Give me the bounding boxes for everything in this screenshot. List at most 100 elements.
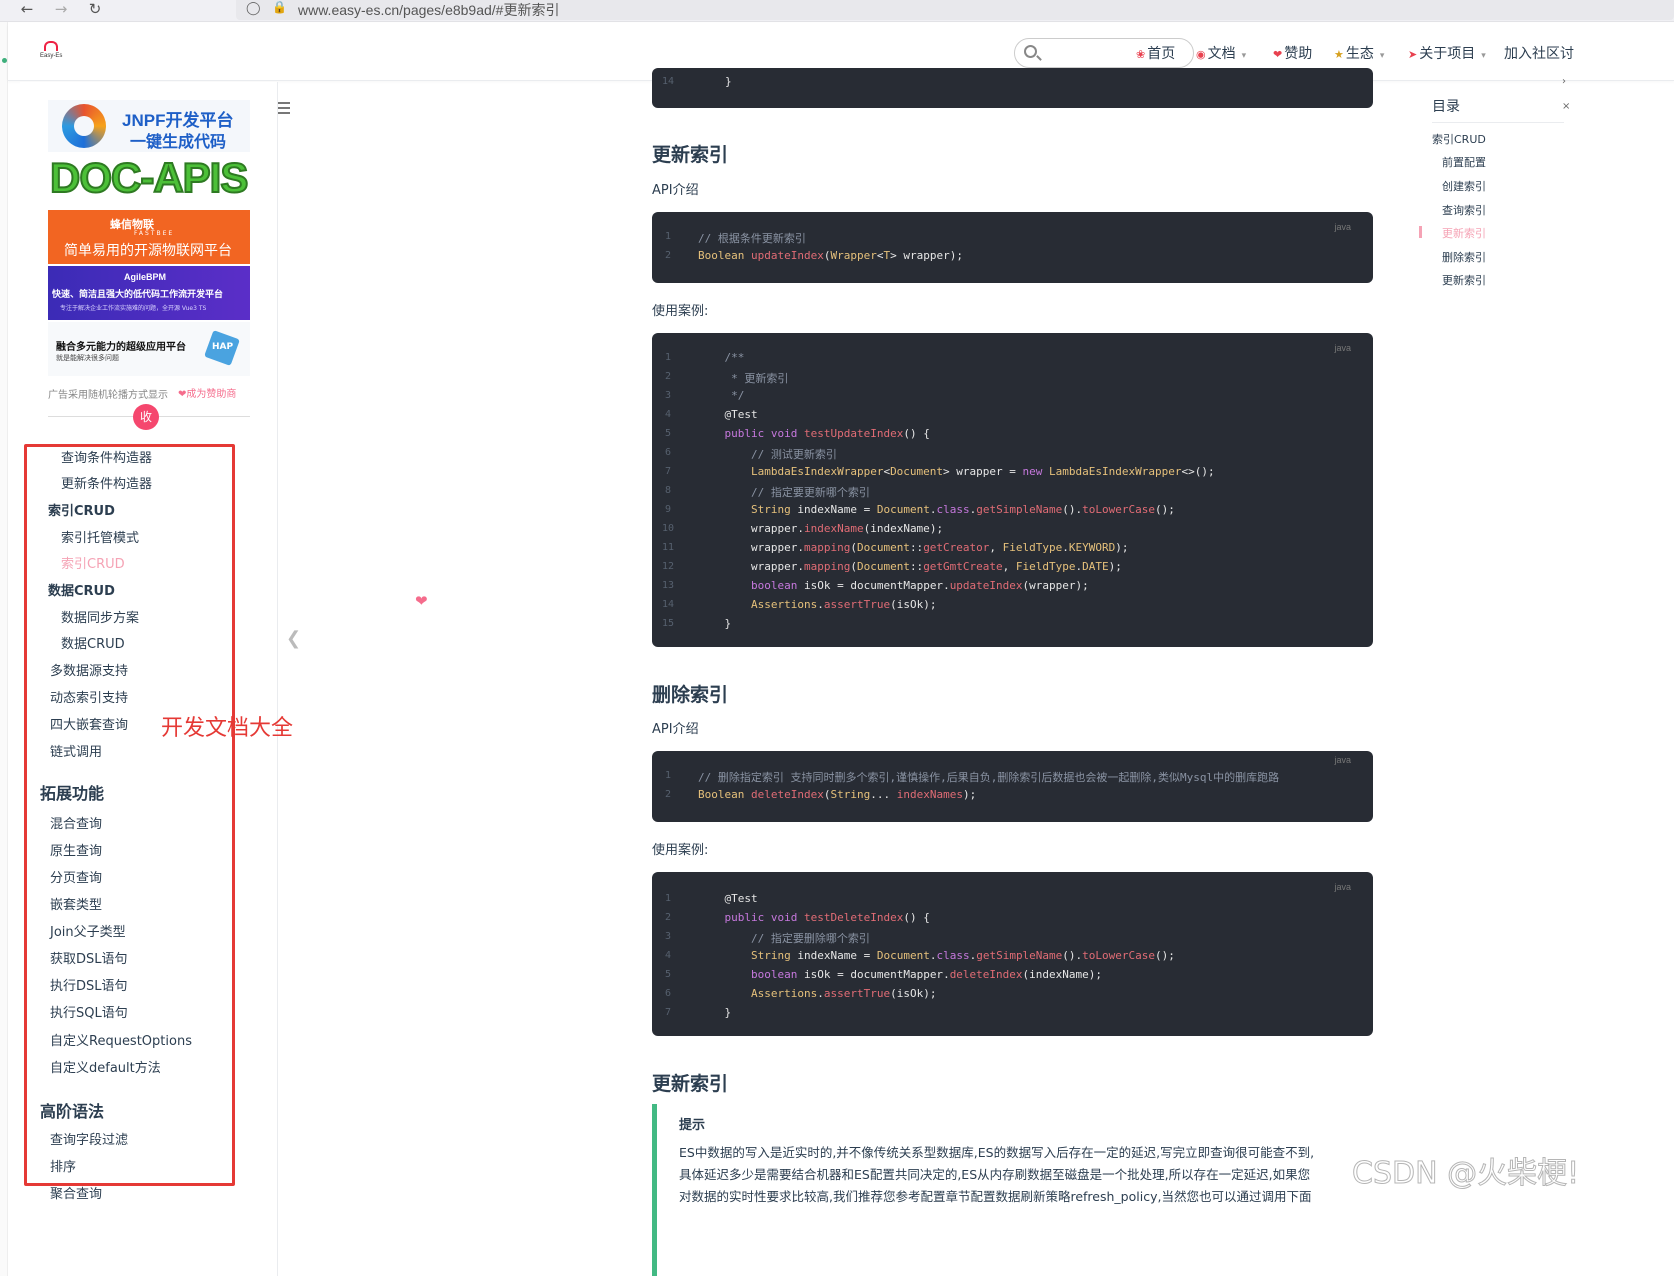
code-line: // 删除指定索引 支持同时删多个索引,谨慎操作,后果自负,删除索引后数据也会被… bbox=[698, 771, 1280, 784]
sidebar-item[interactable]: 执行DSL语句 bbox=[50, 975, 128, 994]
forward-arrow-icon[interactable]: → bbox=[48, 0, 74, 22]
code-line: Boolean updateIndex(Wrapper<T> wrapper); bbox=[698, 249, 963, 262]
line-number: 2 bbox=[664, 912, 672, 923]
section-title-update-index-2: 更新索引 bbox=[652, 1073, 729, 1095]
line-number: 1 bbox=[664, 893, 672, 904]
toc-item[interactable]: 索引CRUD bbox=[1432, 131, 1486, 147]
nav-about[interactable]: ➤ 关于项目 ▾ bbox=[1408, 43, 1486, 63]
sidebar-item[interactable]: 聚合查询 bbox=[50, 1183, 102, 1202]
browser-edge bbox=[0, 22, 8, 1276]
heart-icon: ❤ bbox=[1273, 49, 1283, 61]
sidebar-item[interactable]: 索引托管模式 bbox=[61, 527, 139, 546]
toc-item[interactable]: 创建索引 bbox=[1442, 178, 1486, 194]
sidebar-item[interactable]: 链式调用 bbox=[50, 741, 102, 760]
become-sponsor-link[interactable]: ❤成为赞助商 bbox=[178, 385, 236, 400]
become-sponsor-label: 成为赞助商 bbox=[186, 389, 237, 400]
sidebar-item[interactable]: 数据CRUD bbox=[61, 633, 125, 652]
section-title-delete-index: 删除索引 bbox=[652, 684, 729, 706]
line-number: 1 bbox=[664, 352, 672, 363]
sidebar-item[interactable]: 执行SQL语句 bbox=[50, 1002, 128, 1021]
logo-mark-icon bbox=[44, 41, 58, 51]
browser-toolbar: ← → ↻ ◯ 🔒 www.easy-es.cn/pages/e8b9ad/#更… bbox=[0, 0, 1674, 22]
menu-toggle-icon[interactable] bbox=[278, 102, 292, 114]
code-block-update-usage: java 1 /** 2 * 更新索引 3 */ 4 @Test 5 public vo… bbox=[652, 333, 1373, 647]
toc-item[interactable]: 查询索引 bbox=[1442, 202, 1486, 218]
code-line: } bbox=[725, 75, 732, 88]
sidebar-item[interactable]: 多数据源支持 bbox=[50, 660, 128, 679]
heart-icon[interactable]: ❤ bbox=[415, 592, 428, 610]
ad-hap-badge: HAP bbox=[212, 342, 234, 352]
nav-docs[interactable]: ◉ 文档 ▾ bbox=[1196, 43, 1246, 63]
sidebar-item[interactable]: 自定义RequestOptions bbox=[50, 1030, 192, 1049]
line-number: 3 bbox=[664, 390, 672, 401]
sidebar-item[interactable]: 数据同步方案 bbox=[61, 607, 139, 626]
sidebar-item[interactable]: 更新条件构造器 bbox=[61, 473, 152, 492]
ad-jnpf[interactable]: JNPF开发平台 一键生成代码 bbox=[48, 100, 250, 152]
nav-community[interactable]: 加入社区讨 bbox=[1504, 43, 1574, 63]
reload-icon[interactable]: ↻ bbox=[82, 0, 108, 22]
toc-item[interactable]: 更新索引 bbox=[1442, 272, 1486, 288]
code-line: wrapper.indexName(indexName); bbox=[750, 522, 944, 535]
sidebar-item[interactable]: 查询字段过滤 bbox=[50, 1129, 128, 1148]
sidebar-group-title: 拓展功能 bbox=[40, 784, 105, 803]
sidebar-item[interactable]: 分页查询 bbox=[50, 867, 102, 886]
line-number: 3 bbox=[664, 931, 672, 942]
toc-item[interactable]: 前置配置 bbox=[1442, 154, 1486, 170]
site-logo[interactable]: Easy-Es bbox=[40, 41, 80, 63]
sidebar-item[interactable]: 索引CRUD bbox=[61, 553, 125, 572]
sidebar-item[interactable]: 混合查询 bbox=[50, 813, 102, 832]
sidebar-item[interactable]: 索引CRUD bbox=[48, 500, 115, 519]
sidebar-item[interactable]: 自定义default方法 bbox=[50, 1057, 161, 1076]
chevron-left-icon[interactable]: ❮ bbox=[286, 628, 301, 649]
ad-agilebpm[interactable]: AgileBPM 快速、简洁且强大的低代码工作流开发平台 专注于解决企业工作流实… bbox=[48, 266, 250, 320]
url-text[interactable]: www.easy-es.cn/pages/e8b9ad/#更新索引 bbox=[298, 0, 559, 20]
toc-item[interactable]: 删除索引 bbox=[1442, 249, 1486, 265]
eco-icon: ★ bbox=[1334, 49, 1344, 61]
nav-ecosystem-label: 生态 bbox=[1345, 45, 1374, 61]
sidebar-item[interactable]: Join父子类型 bbox=[50, 921, 126, 940]
code-lang-badge: java bbox=[1334, 343, 1351, 353]
nav-ecosystem[interactable]: ★ 生态 ▾ bbox=[1334, 43, 1384, 63]
jnpf-logo-icon bbox=[62, 104, 106, 148]
code-block-update-api: java 1 // 根据条件更新索引 2 Boolean updateIndex(Wr… bbox=[652, 212, 1373, 283]
tip-line: 具体延迟多少是需要结合机器和ES配置共同决定的,ES从内存刷数据至磁盘是一个批处… bbox=[679, 1167, 1311, 1182]
close-icon[interactable]: × bbox=[1562, 101, 1574, 112]
sidebar-item[interactable]: 查询条件构造器 bbox=[61, 447, 152, 466]
chevron-down-icon: ▾ bbox=[1241, 50, 1247, 60]
back-arrow-icon[interactable]: ← bbox=[14, 0, 40, 22]
line-number: 6 bbox=[664, 988, 672, 999]
sidebar-item[interactable]: 获取DSL语句 bbox=[50, 948, 128, 967]
collapse-ads-button[interactable]: 收 bbox=[133, 404, 159, 430]
sidebar-item[interactable]: 嵌套类型 bbox=[50, 894, 102, 913]
code-line: boolean isOk = documentMapper.updateInde… bbox=[750, 579, 1089, 592]
code-line: String indexName = Document.class.getSim… bbox=[750, 949, 1175, 962]
code-line: Assertions.assertTrue(isOk); bbox=[750, 987, 937, 1000]
line-number: 2 bbox=[664, 789, 672, 800]
sidebar-item[interactable]: 动态索引支持 bbox=[50, 687, 128, 706]
line-number: 15 bbox=[661, 618, 675, 629]
toc-item[interactable]: 更新索引 bbox=[1442, 225, 1486, 241]
ad-docapis[interactable]: DOC-APIS bbox=[48, 154, 250, 208]
nav-sponsor[interactable]: ❤ 赞助 bbox=[1273, 43, 1312, 63]
toc-title: 目录 bbox=[1432, 99, 1460, 115]
chevron-right-icon[interactable]: › bbox=[1562, 76, 1574, 87]
line-number: 6 bbox=[664, 447, 672, 458]
nav-sponsor-label: 赞助 bbox=[1284, 45, 1313, 61]
ad-agile-desc: 专注于解决企业工作流实施难的问题，全开源 Vue3 TS bbox=[60, 305, 207, 312]
section-title-update-index: 更新索引 bbox=[652, 144, 729, 166]
ad-hap[interactable]: 融合多元能力的超级应用平台 就是能解决很多问题 HAP bbox=[48, 322, 250, 376]
line-number: 5 bbox=[664, 969, 672, 980]
nav-home[interactable]: ❀ 首页 bbox=[1136, 43, 1175, 63]
tip-title: 提示 bbox=[679, 1118, 706, 1133]
sidebar-item[interactable]: 原生查询 bbox=[50, 840, 102, 859]
code-line: // 指定要删除哪个索引 bbox=[698, 932, 870, 945]
code-line: */ bbox=[698, 389, 745, 402]
line-number: 10 bbox=[661, 523, 675, 534]
sidebar-item[interactable]: 四大嵌套查询 bbox=[50, 714, 128, 733]
ad-fastbee[interactable]: 蜂信物联 FASTBEE 简单易用的开源物联网平台 bbox=[48, 210, 250, 264]
sidebar-item[interactable]: 数据CRUD bbox=[48, 580, 115, 599]
sidebar-item[interactable]: 排序 bbox=[50, 1156, 76, 1175]
code-line: // 指定要更新哪个索引 bbox=[698, 486, 870, 499]
ad-jnpf-subtitle: 一键生成代码 bbox=[130, 132, 227, 151]
line-number: 8 bbox=[664, 485, 672, 496]
